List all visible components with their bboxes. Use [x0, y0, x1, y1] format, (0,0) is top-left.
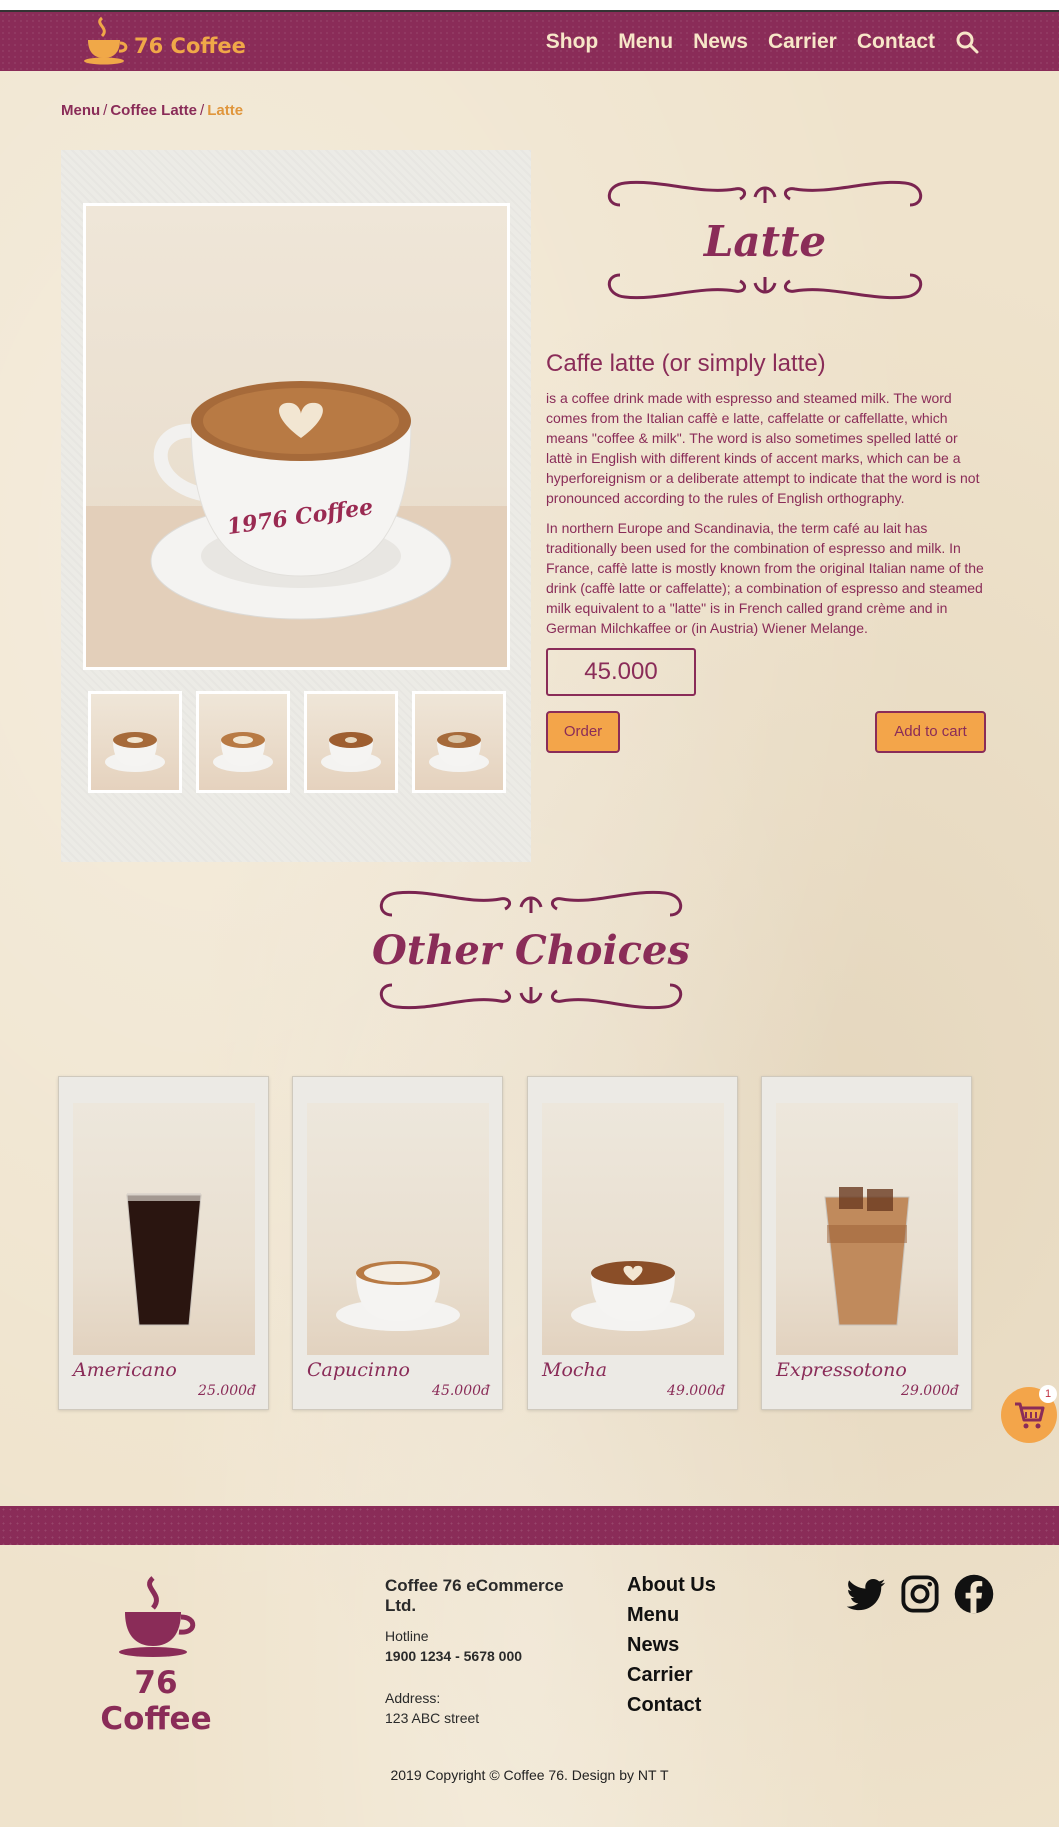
top-border [0, 0, 1059, 12]
product-card-americano[interactable]: Americano 25.000đ [58, 1076, 269, 1410]
nav-menu[interactable]: Menu [618, 30, 673, 54]
nav-news[interactable]: News [693, 30, 748, 54]
breadcrumb-coffee-latte[interactable]: Coffee Latte [110, 102, 197, 119]
cup-logo-icon [119, 1576, 196, 1657]
description-paragraph-1: is a coffee drink made with espresso and… [546, 390, 980, 506]
thumbnail-1[interactable] [88, 691, 182, 793]
breadcrumb-separator: / [103, 102, 108, 119]
product-card-price: 45.000đ [432, 1383, 490, 1399]
facebook-icon[interactable] [953, 1573, 995, 1615]
nav-shop[interactable]: Shop [546, 30, 599, 54]
product-card-price: 29.000đ [901, 1383, 959, 1399]
product-card-photo [73, 1103, 255, 1355]
product-main-photo: 1976 Coffee [83, 203, 510, 670]
main-nav: Shop Menu News Carrier Contact [546, 12, 1059, 71]
breadcrumb-menu[interactable]: Menu [61, 102, 100, 119]
thumbnail-strip [88, 691, 520, 793]
product-card-photo [776, 1103, 958, 1355]
company-info: Coffee 76 eCommerce Ltd. Hotline 1900 12… [385, 1576, 585, 1726]
product-card-name: Americano [73, 1359, 177, 1381]
floating-cart-button[interactable]: 1 [1001, 1385, 1057, 1443]
brand-logo[interactable]: 76 Coffee [80, 14, 246, 66]
company-name: Coffee 76 eCommerce Ltd. [385, 1576, 564, 1615]
breadcrumb-separator: / [200, 102, 205, 119]
description-paragraph-2: In northern Europe and Scandinavia, the … [546, 520, 984, 636]
social-links [845, 1573, 1007, 1615]
nav-contact[interactable]: Contact [857, 30, 935, 54]
nav-carrier[interactable]: Carrier [768, 30, 837, 54]
cart-count-badge: 1 [1039, 1385, 1057, 1403]
product-card-mocha[interactable]: Mocha 49.000đ [527, 1076, 738, 1410]
footer-link-carrier[interactable]: Carrier [627, 1660, 716, 1690]
footer-link-contact[interactable]: Contact [627, 1690, 716, 1720]
other-choices-title: Other Choices [372, 927, 690, 974]
product-card-photo [307, 1103, 489, 1355]
product-gallery: 1976 Coffee [61, 150, 531, 862]
footer-brand-name: 76 Coffee [100, 1665, 212, 1737]
footer-link-news[interactable]: News [627, 1630, 716, 1660]
product-card-name: Mocha [542, 1359, 608, 1381]
product-card-name: Expressotono [776, 1359, 907, 1381]
copyright: 2019 Copyright © Coffee 76. Design by NT… [390, 1767, 669, 1783]
product-card-capucinno[interactable]: Capucinno 45.000đ [292, 1076, 503, 1410]
breadcrumb-current: Latte [207, 102, 244, 119]
other-choices-ornament: Other Choices [372, 885, 690, 1015]
footer-logo[interactable]: 76 Coffee [76, 1574, 236, 1737]
instagram-icon[interactable] [899, 1573, 941, 1615]
site-header: 76 Coffee Shop Menu News Carrier Contact [0, 12, 1059, 71]
twitter-icon[interactable] [845, 1573, 887, 1615]
thumbnail-3[interactable] [304, 691, 398, 793]
product-card-price: 49.000đ [667, 1383, 725, 1399]
footer-band [0, 1506, 1059, 1545]
product-card-expressotono[interactable]: Expressotono 29.000đ [761, 1076, 972, 1410]
product-price: 45.000 [546, 648, 696, 696]
thumbnail-4[interactable] [412, 691, 506, 793]
breadcrumb: Menu / Coffee Latte / Latte [61, 102, 243, 119]
product-card-name: Capucinno [307, 1359, 410, 1381]
cart-icon [1015, 1402, 1045, 1429]
brand-name: 76 Coffee [134, 34, 246, 58]
footer-link-menu[interactable]: Menu [627, 1600, 716, 1630]
product-card-price: 25.000đ [198, 1383, 256, 1399]
thumbnail-2[interactable] [196, 691, 290, 793]
latte-cup-image: 1976 Coffee [86, 381, 507, 667]
product-title: Latte [703, 217, 827, 266]
product-title-ornament: Latte [600, 175, 930, 305]
cup-logo-icon [84, 16, 128, 65]
footer-nav: About Us Menu News Carrier Contact [627, 1570, 716, 1720]
search-icon[interactable] [955, 30, 979, 54]
hotline-number: 1900 1234 - 5678 000 [385, 1648, 523, 1664]
address-value: 123 ABC street [385, 1710, 480, 1726]
add-to-cart-button[interactable]: Add to cart [875, 711, 986, 753]
product-description: Caffe latte (or simply latte) is a coffe… [546, 350, 988, 648]
product-card-photo [542, 1103, 724, 1355]
description-heading: Caffe latte (or simply latte) [546, 350, 826, 377]
order-button[interactable]: Order [546, 711, 620, 753]
hotline-label: Hotline [385, 1628, 429, 1644]
footer-link-about[interactable]: About Us [627, 1570, 716, 1600]
address-label: Address: [385, 1690, 441, 1706]
